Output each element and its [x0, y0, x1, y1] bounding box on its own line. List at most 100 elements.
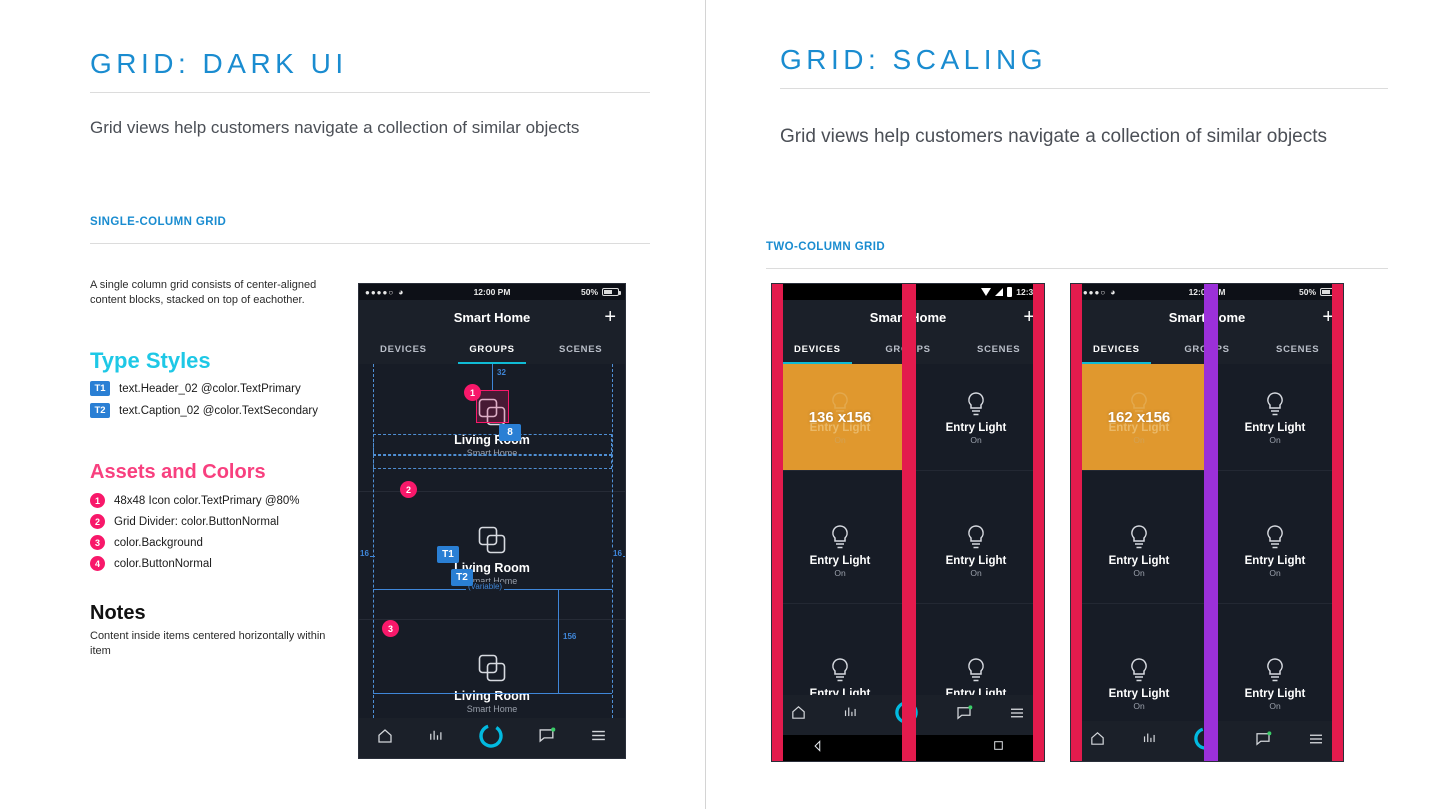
grid-item[interactable]: Living Room Smart Home: [359, 492, 625, 620]
status-bar: ●●●●○ ◕ 12:00 PM 50%: [1071, 284, 1343, 300]
asset-legend-row: 3 color.Background: [90, 535, 203, 550]
system-navigation-bar: [772, 735, 1044, 761]
alexa-ring-icon[interactable]: [1193, 726, 1218, 756]
subtitle-bounds-box: [373, 455, 612, 469]
grid-area: Living Room Smart Home Living Room Smart…: [359, 364, 625, 758]
chat-bubble-icon[interactable]: [537, 726, 556, 750]
status-bar: ●●●●○ ◕ 12:00 PM 50%: [359, 284, 625, 300]
grid-item[interactable]: Entry Light On: [908, 364, 1044, 471]
grid-item[interactable]: Entry Light On: [1207, 497, 1343, 604]
tab-scenes[interactable]: SCENES: [1252, 334, 1343, 364]
equalizer-icon[interactable]: [842, 704, 859, 726]
tab-groups[interactable]: GROUPS: [863, 334, 954, 364]
cell-height-line: [558, 589, 559, 693]
grid-item-subtitle: On: [834, 434, 846, 445]
callout-pin-3: 3: [382, 620, 399, 637]
menu-icon[interactable]: [589, 726, 608, 750]
home-icon[interactable]: [790, 704, 807, 726]
legend-number-3: 3: [90, 535, 105, 550]
grid-item[interactable]: Entry Light On: [1071, 497, 1207, 604]
assets-colors-heading: Assets and Colors: [90, 461, 266, 483]
notes-heading: Notes: [90, 602, 146, 624]
callout-pin-2: 2: [400, 481, 417, 498]
add-button[interactable]: +: [604, 307, 616, 327]
grid-item-subtitle: On: [1269, 434, 1281, 445]
home-icon[interactable]: [1089, 730, 1106, 752]
legend-label: Grid Divider: color.ButtonNormal: [114, 515, 279, 528]
recents-icon[interactable]: [992, 739, 1005, 757]
back-icon[interactable]: [811, 739, 825, 758]
menu-icon[interactable]: [1008, 704, 1026, 727]
measure-label-32: 32: [497, 368, 506, 377]
phone-mockup-ios: ●●●●○ ◕ 12:00 PM 50% Smart Home + DEVICE…: [1070, 283, 1344, 762]
slide-canvas: GRID: DARK UI Grid views help customers …: [0, 0, 1441, 809]
grid-item-subtitle: On: [1269, 700, 1281, 711]
battery-icon: [1007, 287, 1013, 297]
asset-legend-row: 4 color.ButtonNormal: [90, 556, 212, 571]
callout-pin-1: 1: [464, 384, 481, 401]
grid-item[interactable]: Entry Light On: [908, 497, 1044, 604]
grid-item[interactable]: Entry Light On: [1207, 364, 1343, 471]
app-title: Smart Home: [869, 309, 947, 325]
panel-grid-scaling: GRID: SCALING Grid views help customers …: [706, 0, 1441, 809]
type-chip-t1: T1: [437, 546, 459, 563]
legend-number-1: 1: [90, 493, 105, 508]
grid-item-subtitle: On: [970, 567, 982, 578]
grid-item-highlighted[interactable]: 162 x156 Entry Light On: [1071, 364, 1207, 471]
bottom-nav-bar: [359, 718, 625, 758]
home-icon[interactable]: [376, 727, 394, 750]
equalizer-icon[interactable]: [427, 727, 445, 750]
tab-scenes[interactable]: SCENES: [953, 334, 1044, 364]
page-subtitle: Grid views help customers navigate a col…: [90, 118, 580, 137]
chat-bubble-icon[interactable]: [1254, 730, 1272, 753]
section-label-two-column: TWO-COLUMN GRID: [766, 241, 886, 253]
tab-groups[interactable]: GROUPS: [448, 334, 537, 364]
equalizer-icon[interactable]: [1141, 730, 1158, 752]
chat-bubble-icon[interactable]: [955, 704, 973, 727]
menu-icon[interactable]: [1307, 730, 1325, 753]
asset-legend-row: 2 Grid Divider: color.ButtonNormal: [90, 514, 279, 529]
home-circle-icon[interactable]: [902, 739, 915, 757]
tab-devices[interactable]: DEVICES: [772, 334, 863, 364]
measure-label-left-16: 16: [359, 549, 370, 558]
title-rule: [780, 88, 1388, 89]
grid-item-title: Entry Light: [1244, 687, 1306, 700]
cell-dimension-label: 136 x156: [808, 408, 872, 426]
app-title: Smart Home: [1168, 309, 1246, 325]
legend-label: color.Background: [114, 536, 203, 549]
grid-item-subtitle: On: [970, 434, 982, 445]
tab-bar: DEVICES GROUPS SCENES: [1071, 334, 1343, 364]
grid-item-title: Entry Light: [945, 421, 1007, 434]
panel-grid-dark-ui: GRID: DARK UI Grid views help customers …: [0, 0, 705, 809]
notes-text: Content inside items centered horizontal…: [90, 630, 326, 657]
grid-item[interactable]: Entry Light On: [772, 497, 908, 604]
bulb-icon: [968, 657, 984, 681]
wifi-icon: [981, 288, 992, 296]
grid-item-title: Entry Light: [945, 554, 1007, 567]
grid-item-highlighted[interactable]: 136 x156 Entry Light On: [772, 364, 908, 471]
type-badge-t1: T1: [90, 381, 110, 396]
grid-item-subtitle: On: [834, 567, 846, 578]
alexa-ring-icon[interactable]: [478, 723, 504, 754]
bulb-icon: [1267, 524, 1283, 548]
asset-legend-row: 1 48x48 Icon color.TextPrimary @80%: [90, 493, 300, 508]
bulb-icon: [1131, 657, 1147, 681]
grid-item-title: Entry Light: [1244, 554, 1306, 567]
tab-devices[interactable]: DEVICES: [1071, 334, 1162, 364]
tab-groups[interactable]: GROUPS: [1162, 334, 1253, 364]
tab-devices[interactable]: DEVICES: [359, 334, 448, 364]
grid-item-title: Entry Light: [1244, 421, 1306, 434]
alexa-ring-icon[interactable]: [894, 700, 919, 730]
bulb-icon: [968, 391, 984, 415]
type-style-row: T1 text.Header_02 @color.TextPrimary: [90, 381, 301, 396]
add-button[interactable]: +: [1023, 307, 1035, 327]
legend-number-2: 2: [90, 514, 105, 529]
add-button[interactable]: +: [1322, 307, 1334, 327]
type-style-row: T2 text.Caption_02 @color.TextSecondary: [90, 403, 318, 418]
group-icon: [478, 526, 506, 554]
tab-bar: DEVICES GROUPS SCENES: [772, 334, 1044, 364]
grid-item-subtitle: On: [1133, 700, 1145, 711]
status-time: 12:30: [1016, 287, 1038, 297]
tab-scenes[interactable]: SCENES: [536, 334, 625, 364]
group-icon: [478, 654, 506, 682]
